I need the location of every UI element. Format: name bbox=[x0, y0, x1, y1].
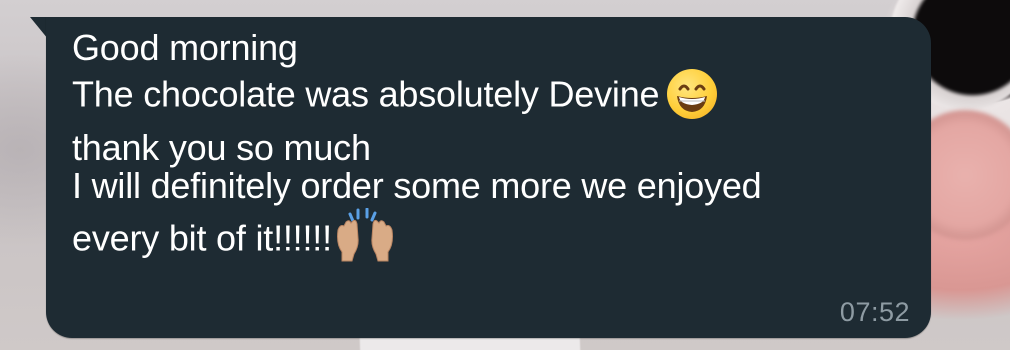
message-timestamp: 07:52 bbox=[839, 297, 910, 327]
message-line: The chocolate was absolutely Devine bbox=[72, 73, 660, 115]
raising-hands-icon bbox=[334, 208, 396, 262]
message-line: I will definitely order some more we enj… bbox=[72, 165, 762, 206]
message-line-with-emoji: every bit of it!!!!!! bbox=[72, 208, 912, 266]
grinning-face-with-smiling-eyes-icon bbox=[667, 69, 718, 119]
message-line: every bit of it!!!!!! bbox=[72, 217, 332, 259]
message-line-with-emoji: The chocolate was absolutely Devine bbox=[72, 69, 912, 124]
message-line: Good morning bbox=[72, 27, 298, 68]
message-text: Good morning The chocolate was absolutel… bbox=[72, 26, 912, 266]
